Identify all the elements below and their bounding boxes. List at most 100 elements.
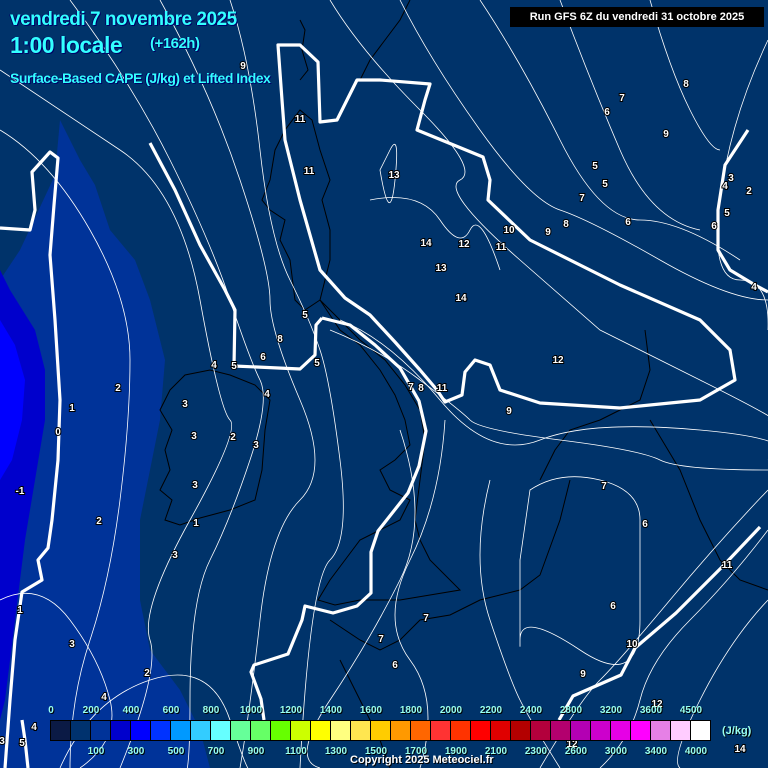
legend-label-bottom: 2300 <box>524 746 548 757</box>
legend-swatch <box>451 721 471 740</box>
lifted-index-label: 3 <box>191 431 197 442</box>
lifted-index-label: 3 <box>192 480 198 491</box>
legend-label-top: 4500 <box>679 705 703 716</box>
weather-map-view: 9 8 7 6 9 11 11 13 5 5 4 3 2 7 5 6 6 8 9 10 14 12 11 13 14 4 5 8 6 5 4… <box>0 0 768 768</box>
legend-label-bottom: 500 <box>167 746 185 757</box>
legend-label-bottom: 4000 <box>684 746 708 757</box>
lifted-index-label: 12 <box>552 355 564 366</box>
legend-swatch <box>471 721 491 740</box>
lifted-index-label: 8 <box>683 79 689 90</box>
legend-label-top: 2800 <box>559 705 583 716</box>
lifted-index-label: 6 <box>260 352 266 363</box>
legend-swatch <box>551 721 571 740</box>
legend-label-bottom: 1300 <box>324 746 348 757</box>
legend-unit: (J/kg) <box>722 725 752 737</box>
legend-label-top: 2200 <box>479 705 503 716</box>
lifted-index-label: 11 <box>295 114 306 125</box>
legend-swatch <box>651 721 671 740</box>
legend-label-top: 1200 <box>279 705 303 716</box>
legend-swatch <box>371 721 391 740</box>
lifted-index-label: 6 <box>392 660 398 671</box>
lifted-index-label: 6 <box>625 217 631 228</box>
lifted-index-label: 7 <box>619 93 625 104</box>
lifted-index-label: 7 <box>378 634 384 645</box>
legend-label-top: 2000 <box>439 705 463 716</box>
legend-label-top: 3600 <box>639 705 663 716</box>
legend-swatch <box>611 721 631 740</box>
legend-swatch <box>351 721 371 740</box>
lifted-index-label: 5 <box>602 179 608 190</box>
legend-swatch <box>191 721 211 740</box>
lifted-index-label: 2 <box>746 186 752 197</box>
lifted-index-label: 0 <box>55 427 61 438</box>
legend-label-bottom: 3400 <box>644 746 668 757</box>
lifted-index-label: 2 <box>96 516 102 527</box>
legend-swatch <box>71 721 91 740</box>
legend-swatch <box>211 721 231 740</box>
lifted-index-label: 5 <box>592 161 598 172</box>
legend-label-top: 1800 <box>399 705 423 716</box>
lifted-index-label: 3 <box>253 440 259 451</box>
lifted-index-label: 5 <box>314 358 320 369</box>
legend-swatch <box>131 721 151 740</box>
lifted-index-label: 11 <box>437 383 448 394</box>
lifted-index-label: 7 <box>408 382 414 393</box>
lifted-index-label: 7 <box>579 193 585 204</box>
lifted-index-label: 1 <box>69 403 75 414</box>
legend-label-top: 0 <box>48 705 54 716</box>
lifted-index-label: 10 <box>503 225 515 236</box>
legend-label-bottom: 300 <box>127 746 145 757</box>
lifted-index-label: 5 <box>19 738 25 749</box>
legend-swatch <box>631 721 651 740</box>
lifted-index-label: 14 <box>420 238 432 249</box>
copyright: Copyright 2025 Meteociel.fr <box>350 754 494 766</box>
lifted-index-label: 3 <box>172 550 178 561</box>
legend-swatch <box>691 721 710 740</box>
legend-label-top: 1000 <box>239 705 263 716</box>
lifted-index-label: 9 <box>506 406 512 417</box>
legend-swatch <box>491 721 511 740</box>
lifted-index-label: 11 <box>722 560 733 571</box>
lifted-index-label: 3 <box>0 736 5 747</box>
legend-swatch <box>511 721 531 740</box>
lifted-index-label: 4 <box>31 722 37 733</box>
legend-label-top: 800 <box>202 705 220 716</box>
lifted-index-label: 7 <box>423 613 429 624</box>
coast-norway <box>359 0 411 81</box>
lifted-index-label: 6 <box>711 221 717 232</box>
lifted-index-label: 14 <box>734 744 746 755</box>
legend-swatch <box>111 721 131 740</box>
lifted-index-label: 5 <box>231 361 237 372</box>
lifted-index-label: 2 <box>144 668 150 679</box>
lifted-index-label: 8 <box>563 219 569 230</box>
legend-label-bottom: 100 <box>87 746 105 757</box>
legend-swatch <box>331 721 351 740</box>
lifted-index-label: 3 <box>69 639 75 650</box>
legend-swatch <box>311 721 331 740</box>
legend-swatch <box>391 721 411 740</box>
forecast-time: 1:00 locale <box>10 32 123 58</box>
legend-label-top: 3200 <box>599 705 623 716</box>
lifted-index-label: 11 <box>304 166 315 177</box>
legend-swatch <box>571 721 591 740</box>
lifted-index-label: 14 <box>455 293 467 304</box>
parameter-title: Surface-Based CAPE (J/kg) et Lifted Inde… <box>10 70 271 86</box>
lifted-index-label: 9 <box>580 669 586 680</box>
legend-swatch <box>431 721 451 740</box>
lifted-index-label: 12 <box>458 239 470 250</box>
lifted-index-label: -1 <box>16 486 25 497</box>
cape-color-legend <box>50 720 711 741</box>
lifted-index-label: 2 <box>115 383 121 394</box>
legend-swatch <box>231 721 251 740</box>
legend-swatch <box>671 721 691 740</box>
legend-swatch <box>51 721 71 740</box>
legend-swatch <box>411 721 431 740</box>
legend-swatch <box>251 721 271 740</box>
lifted-index-label: 9 <box>545 227 551 238</box>
legend-label-bottom: 900 <box>247 746 265 757</box>
legend-label-top: 400 <box>122 705 140 716</box>
cape-map: 987691111 1355 4327566891014 12 111314458654… <box>0 0 768 768</box>
lifted-index-label: 4 <box>264 389 270 400</box>
lifted-index-label: 4 <box>211 360 217 371</box>
legend-label-top: 1400 <box>319 705 343 716</box>
